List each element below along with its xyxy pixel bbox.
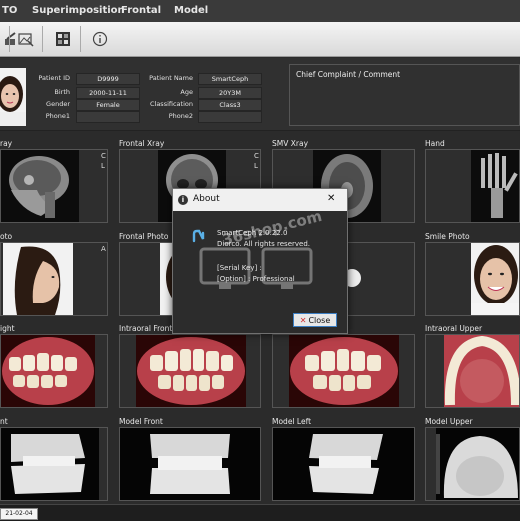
intraoral-front-photo bbox=[136, 335, 246, 407]
tile-label-model-left: Model Left bbox=[272, 417, 312, 426]
patient-name-field: SmartCeph bbox=[198, 73, 262, 85]
intraoral-right-photo bbox=[1, 335, 95, 407]
info-icon: i bbox=[178, 195, 188, 205]
tile-mark: A bbox=[101, 245, 106, 253]
toolbar bbox=[0, 22, 520, 57]
toolbar-separator bbox=[9, 26, 10, 52]
close-button-label: Close bbox=[308, 315, 331, 325]
tile-smile-photo[interactable] bbox=[425, 242, 520, 316]
menu-item-frontal[interactable]: Frontal bbox=[121, 5, 161, 16]
tile-label-smile-photo: Smile Photo bbox=[425, 232, 470, 241]
tile-label-frontal-photo: Frontal Photo bbox=[119, 232, 169, 241]
menu-item-to[interactable]: TO bbox=[2, 5, 17, 16]
classification-label: Classification bbox=[149, 100, 193, 108]
about-product-version: SmartCeph 2.0.22.0 bbox=[217, 229, 288, 237]
close-icon[interactable]: ✕ bbox=[327, 193, 335, 204]
birth-label: Birth bbox=[54, 88, 70, 96]
lateral-face-photo bbox=[3, 243, 73, 315]
toolbar-separator bbox=[80, 26, 81, 52]
info-icon[interactable] bbox=[89, 28, 111, 50]
tile-label-model-right: nt bbox=[0, 417, 8, 426]
phone1-label: Phone1 bbox=[45, 112, 70, 120]
tile-lateral-xray[interactable]: C L bbox=[0, 149, 108, 223]
chief-complaint-box[interactable]: Chief Complaint / Comment bbox=[289, 64, 520, 126]
intraoral-left-photo bbox=[289, 335, 399, 407]
grid-image-icon[interactable] bbox=[52, 28, 74, 50]
tile-label-lateral-photo: oto bbox=[0, 232, 13, 241]
menu-bar: TO Superimposition Frontal Model bbox=[0, 0, 520, 23]
patient-name-label: Patient Name bbox=[149, 74, 193, 82]
birth-field: 2000-11-11 bbox=[76, 87, 140, 99]
about-dialog-title: About bbox=[193, 194, 220, 204]
patient-id-field: D9999 bbox=[76, 73, 140, 85]
status-bar: 21-02-04 bbox=[0, 504, 520, 521]
tile-model-upper[interactable] bbox=[425, 427, 520, 501]
intraoral-upper-photo bbox=[444, 335, 519, 407]
gender-field: Female bbox=[76, 99, 140, 111]
tile-label-smv-xray: SMV Xray bbox=[272, 139, 309, 148]
classification-field: Class3 bbox=[198, 99, 262, 111]
close-x-icon: ✕ bbox=[299, 315, 307, 325]
model-right-image bbox=[1, 428, 99, 500]
tile-mark: C bbox=[254, 152, 259, 160]
smile-face-photo bbox=[471, 243, 519, 315]
tile-label-model-front: Model Front bbox=[119, 417, 163, 426]
tile-label-intraoral-upper: Intraoral Upper bbox=[425, 324, 483, 333]
tile-model-right[interactable] bbox=[0, 427, 108, 501]
age-label: Age bbox=[180, 88, 193, 96]
age-field: 20Y3M bbox=[198, 87, 262, 99]
tile-label-intraoral-right: ight bbox=[0, 324, 15, 333]
tile-mark: C bbox=[101, 152, 106, 160]
tile-mark: L bbox=[101, 162, 105, 170]
model-upper-image bbox=[436, 428, 519, 500]
tile-model-front[interactable] bbox=[119, 427, 261, 501]
hand-xray-image bbox=[471, 150, 519, 222]
about-dialog: i About ✕ 36shop.com SmartCeph 2.0.22.0 … bbox=[172, 188, 348, 334]
tile-label-model-upper: Model Upper bbox=[425, 417, 473, 426]
tile-intraoral-left[interactable] bbox=[272, 334, 415, 408]
model-front-image bbox=[120, 428, 260, 500]
tile-label-hand: Hand bbox=[425, 139, 445, 148]
gender-label: Gender bbox=[46, 100, 70, 108]
patient-id-label: Patient ID bbox=[38, 74, 70, 82]
phone2-field bbox=[198, 111, 262, 123]
about-dialog-titlebar: i About ✕ bbox=[173, 189, 347, 211]
image-edit-icon[interactable] bbox=[15, 28, 37, 50]
about-option: [Option] : Professional bbox=[217, 275, 295, 283]
about-serial-key: [Serial Key] : bbox=[217, 264, 262, 272]
lateral-ceph-xray-image bbox=[1, 150, 79, 222]
tile-model-left[interactable] bbox=[272, 427, 415, 501]
tile-intraoral-front[interactable] bbox=[119, 334, 261, 408]
toolbar-separator bbox=[42, 26, 43, 52]
model-left-image bbox=[273, 428, 414, 500]
tile-label-frontal-xray: Frontal Xray bbox=[119, 139, 165, 148]
tile-mark: L bbox=[254, 162, 258, 170]
tile-hand-xray[interactable] bbox=[425, 149, 520, 223]
close-button[interactable]: ✕ Close bbox=[293, 313, 337, 327]
tile-label-intraoral-front: Intraoral Front bbox=[119, 324, 173, 333]
status-date: 21-02-04 bbox=[0, 508, 38, 520]
tile-label-lateral-xray: ray bbox=[0, 139, 13, 148]
menu-item-model[interactable]: Model bbox=[174, 5, 208, 16]
about-copyright: Diorco. All rights reserved. bbox=[217, 240, 311, 248]
phone1-field bbox=[76, 111, 140, 123]
chief-complaint-title: Chief Complaint / Comment bbox=[296, 70, 401, 79]
menu-item-superimposition[interactable]: Superimposition bbox=[32, 5, 125, 16]
tile-intraoral-upper[interactable] bbox=[425, 334, 520, 408]
tile-intraoral-right[interactable] bbox=[0, 334, 108, 408]
tile-lateral-photo[interactable]: A bbox=[0, 242, 108, 316]
phone2-label: Phone2 bbox=[168, 112, 193, 120]
smartceph-logo-icon bbox=[192, 229, 205, 243]
